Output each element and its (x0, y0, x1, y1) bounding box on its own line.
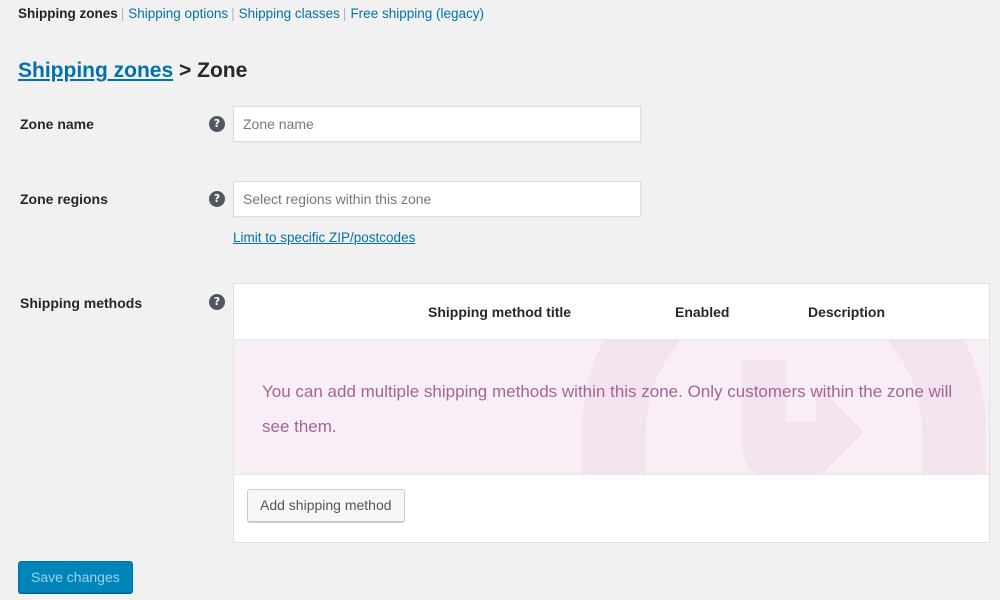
zone-regions-label: Zone regions (20, 190, 108, 208)
column-header-enabled: Enabled (675, 304, 729, 320)
shipping-methods-label: Shipping methods (20, 294, 142, 312)
subnav-separator: | (118, 6, 129, 21)
save-changes-button[interactable]: Save changes (18, 561, 133, 593)
column-header-description: Description (808, 304, 885, 320)
zone-name-input[interactable] (233, 106, 641, 142)
settings-subnav: Shipping zones|Shipping options|Shipping… (18, 5, 484, 23)
help-icon-zone-regions[interactable]: ? (209, 191, 225, 207)
breadcrumb: Shipping zones > Zone (18, 58, 247, 84)
breadcrumb-current: Zone (197, 59, 247, 82)
shipping-methods-footer: Add shipping method (234, 475, 989, 542)
help-icon-zone-name[interactable]: ? (209, 116, 225, 132)
add-shipping-method-button[interactable]: Add shipping method (247, 489, 405, 522)
subnav-item-free-shipping-legacy[interactable]: Free shipping (legacy) (350, 6, 484, 21)
subnav-item-shipping-options[interactable]: Shipping options (128, 6, 228, 21)
subnav-separator: | (340, 6, 351, 21)
subnav-item-shipping-classes[interactable]: Shipping classes (239, 6, 340, 21)
subnav-item-shipping-zones[interactable]: Shipping zones (18, 6, 118, 21)
breadcrumb-chevron: > (179, 59, 191, 82)
zone-name-label: Zone name (20, 115, 94, 133)
shipping-methods-panel: Shipping method title Enabled Descriptio… (233, 283, 990, 543)
breadcrumb-link-shipping-zones[interactable]: Shipping zones (18, 59, 173, 82)
shipping-methods-table-header: Shipping method title Enabled Descriptio… (234, 284, 989, 340)
shipping-methods-empty-state: You can add multiple shipping methods wi… (234, 340, 989, 475)
zone-regions-input[interactable] (233, 181, 641, 217)
subnav-separator: | (228, 6, 239, 21)
empty-state-message: You can add multiple shipping methods wi… (262, 374, 962, 444)
column-header-shipping-method-title: Shipping method title (428, 304, 571, 320)
limit-zip-postcodes-link[interactable]: Limit to specific ZIP/postcodes (233, 230, 415, 245)
help-icon-shipping-methods[interactable]: ? (209, 294, 225, 310)
